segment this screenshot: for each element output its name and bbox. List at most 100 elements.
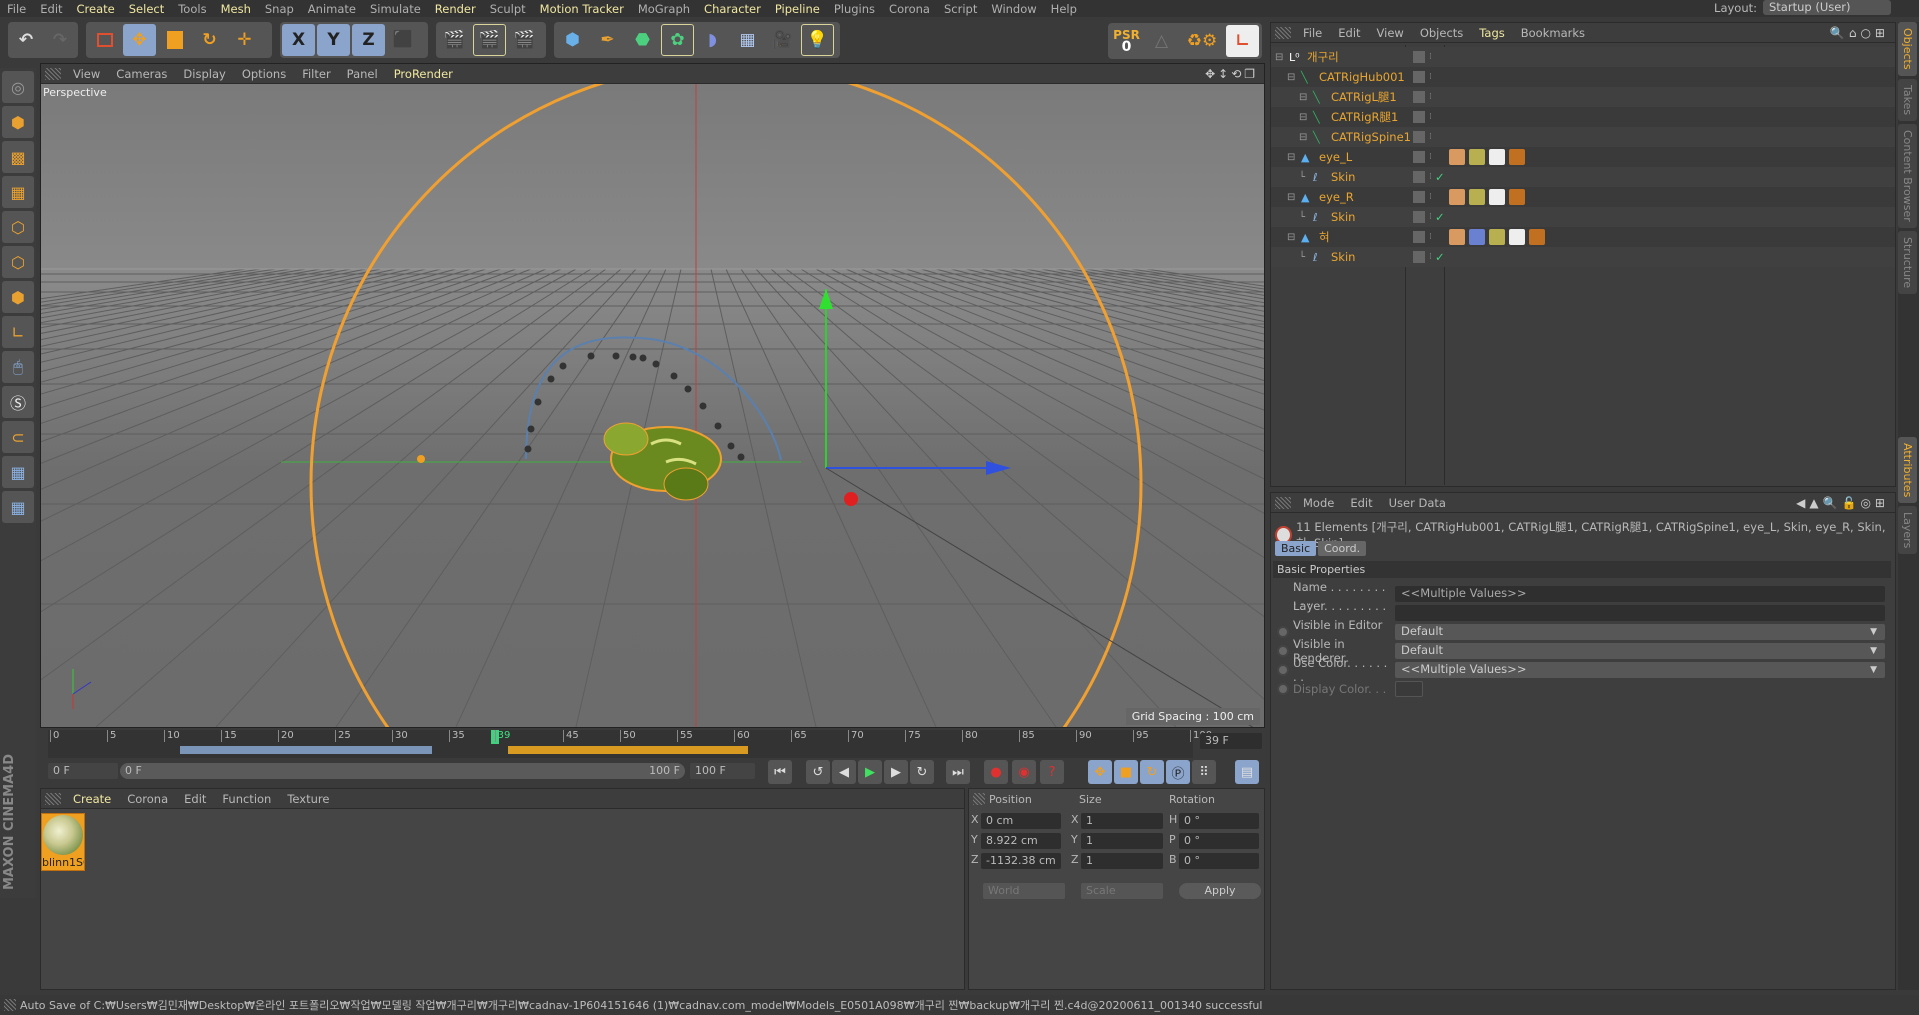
visibility-dots-icon[interactable]: ⁞ bbox=[1429, 92, 1432, 102]
menu-edit[interactable]: Edit bbox=[33, 2, 69, 16]
workplane-mode-icon[interactable]: ▦ bbox=[2, 176, 34, 208]
menu-character[interactable]: Character bbox=[697, 2, 768, 16]
object-name[interactable]: CATRigSpine1 bbox=[1331, 130, 1411, 144]
scale-tool-button[interactable] bbox=[158, 24, 191, 56]
menu-texture[interactable]: Texture bbox=[279, 792, 337, 806]
y-axis-lock-button[interactable]: Y bbox=[317, 24, 350, 56]
tree-branch-icon[interactable]: └ bbox=[1299, 172, 1309, 183]
cube-icon[interactable]: ⬢ bbox=[556, 24, 589, 56]
render-view-icon[interactable]: 🎬 bbox=[438, 24, 471, 56]
property-dropdown-field[interactable]: <<Multiple Values>> bbox=[1395, 662, 1885, 678]
visibility-dots-icon[interactable]: ⁞ bbox=[1429, 112, 1432, 122]
weight-tag[interactable] bbox=[1449, 149, 1465, 165]
visibility-dots-icon[interactable]: ⁞ bbox=[1429, 132, 1432, 142]
key-scale-button[interactable]: ■ bbox=[1114, 760, 1138, 784]
material-tag[interactable] bbox=[1469, 149, 1485, 165]
make-editable-icon[interactable]: ◎ bbox=[2, 71, 34, 103]
workplane-icon[interactable]: ∟ bbox=[1226, 25, 1259, 57]
current-frame-field[interactable]: 39 F bbox=[1200, 733, 1262, 749]
menu-plugins[interactable]: Plugins bbox=[827, 2, 882, 16]
tab-content-browser[interactable]: Content Browser bbox=[1898, 123, 1917, 228]
key-position-button[interactable]: ✥ bbox=[1088, 760, 1112, 784]
transform-tool-button[interactable]: ✛ bbox=[228, 24, 261, 56]
ik-tag[interactable] bbox=[1469, 229, 1485, 245]
menu-user-data[interactable]: User Data bbox=[1381, 496, 1454, 510]
spline-point[interactable] bbox=[612, 352, 620, 360]
menu-tools[interactable]: Tools bbox=[171, 2, 213, 16]
collapse-icon[interactable]: ⊟ bbox=[1287, 152, 1297, 163]
editor-render-visibility-icon[interactable] bbox=[1413, 131, 1425, 143]
menu-corona[interactable]: Corona bbox=[882, 2, 937, 16]
menu-snap[interactable]: Snap bbox=[258, 2, 301, 16]
editor-render-visibility-icon[interactable] bbox=[1413, 91, 1425, 103]
preview-range-slider[interactable]: 0 F 100 F bbox=[120, 763, 685, 779]
object-row[interactable]: ⊟ ╲ CATRigL腿1 ⁞ bbox=[1271, 87, 1895, 107]
snap-icon[interactable]: Ⓢ bbox=[2, 386, 34, 418]
menu-script[interactable]: Script bbox=[937, 2, 984, 16]
attribute-nav-icons[interactable]: ◀▲🔍🔓◎⊞ bbox=[1796, 496, 1889, 510]
material-tag[interactable] bbox=[1489, 229, 1505, 245]
menu-filter[interactable]: Filter bbox=[294, 67, 338, 81]
spline-point[interactable] bbox=[737, 453, 745, 461]
object-row[interactable]: ⊟ ╲ CATRigR腿1 ⁞ bbox=[1271, 107, 1895, 127]
go-to-start-button[interactable]: ⏮ bbox=[768, 760, 792, 784]
points-mode-icon[interactable]: ⬡ bbox=[2, 211, 34, 243]
polygons-mode-icon[interactable]: ⬢ bbox=[2, 281, 34, 313]
visibility-dots-icon[interactable]: ⁞ bbox=[1429, 232, 1432, 242]
tab-takes[interactable]: Takes bbox=[1898, 78, 1917, 121]
menu-help[interactable]: Help bbox=[1044, 2, 1084, 16]
next-key-button[interactable]: ↻ bbox=[910, 760, 934, 784]
menu-tags[interactable]: Tags bbox=[1471, 26, 1512, 40]
position-field[interactable]: 0 cm bbox=[981, 813, 1061, 829]
editor-render-visibility-icon[interactable] bbox=[1413, 71, 1425, 83]
tab-basic[interactable]: Basic bbox=[1275, 541, 1317, 556]
object-row[interactable]: ⊟ ▲ eye_R ⁞ bbox=[1271, 187, 1895, 207]
visibility-dots-icon[interactable]: ⁞ bbox=[1429, 72, 1432, 82]
checker-tag[interactable] bbox=[1489, 189, 1505, 205]
start-frame-field[interactable]: 0 F bbox=[48, 763, 118, 779]
menu-motion-tracker[interactable]: Motion Tracker bbox=[533, 2, 631, 16]
timeline-ruler[interactable]: 0510152025303539455055606570758085909510… bbox=[48, 730, 1212, 758]
timeline-window-button[interactable]: ▤ bbox=[1235, 760, 1259, 784]
animate-radio-icon[interactable] bbox=[1277, 664, 1289, 676]
floor-icon[interactable]: ▦ bbox=[731, 24, 764, 56]
object-row[interactable]: ⊟ ▲ eye_L ⁞ bbox=[1271, 147, 1895, 167]
vertex-map-tag[interactable] bbox=[1509, 149, 1525, 165]
spline-point[interactable] bbox=[684, 385, 692, 393]
object-name[interactable]: Skin bbox=[1331, 210, 1355, 224]
collapse-icon[interactable]: ⊟ bbox=[1275, 52, 1285, 63]
visibility-dots-icon[interactable]: ⁞ bbox=[1429, 192, 1432, 202]
keyframe-selection-button[interactable]: ? bbox=[1040, 760, 1064, 784]
property-text-field[interactable] bbox=[1395, 605, 1885, 621]
tab-objects[interactable]: Objects bbox=[1898, 22, 1917, 76]
menu-mograph[interactable]: MoGraph bbox=[631, 2, 697, 16]
vertex-map-tag[interactable] bbox=[1509, 189, 1525, 205]
visibility-dots-icon[interactable]: ⁞ bbox=[1429, 212, 1432, 222]
editor-render-visibility-icon[interactable] bbox=[1413, 151, 1425, 163]
spline-point[interactable] bbox=[699, 402, 707, 410]
editor-render-visibility-icon[interactable] bbox=[1413, 231, 1425, 243]
key-rotation-button[interactable]: ↻ bbox=[1140, 760, 1164, 784]
polygon-reduction-icon[interactable]: △ bbox=[1145, 25, 1178, 57]
object-name[interactable]: eye_L bbox=[1319, 150, 1352, 164]
object-name[interactable]: CATRigR腿1 bbox=[1331, 109, 1398, 125]
visibility-dots-icon[interactable]: ⁞ bbox=[1429, 152, 1432, 162]
property-text-field[interactable]: <<Multiple Values>> bbox=[1395, 586, 1885, 602]
previous-key-button[interactable]: ↺ bbox=[806, 760, 830, 784]
psr-button[interactable]: PSR 0 bbox=[1110, 25, 1143, 57]
spline-point[interactable] bbox=[670, 372, 678, 380]
weight-tag[interactable] bbox=[1449, 189, 1465, 205]
visibility-dots-icon[interactable]: ⁞ bbox=[1429, 172, 1432, 182]
rotation-field[interactable]: 0 ° bbox=[1179, 833, 1259, 849]
enabled-check-icon[interactable]: ✓ bbox=[1435, 210, 1445, 224]
deformer-icon[interactable]: ◗ bbox=[696, 24, 729, 56]
collapse-icon[interactable]: ⊟ bbox=[1299, 112, 1309, 123]
menu-create[interactable]: Create bbox=[65, 792, 119, 806]
size-mode-dropdown[interactable]: Scale bbox=[1081, 883, 1163, 899]
size-field[interactable]: 1 bbox=[1081, 853, 1163, 869]
render-settings-icon[interactable]: 🎬 bbox=[508, 24, 541, 56]
tab-structure[interactable]: Structure bbox=[1898, 230, 1917, 294]
editor-render-visibility-icon[interactable] bbox=[1413, 171, 1425, 183]
light-icon[interactable]: 💡 bbox=[801, 24, 834, 56]
menu-create[interactable]: Create bbox=[70, 2, 122, 16]
